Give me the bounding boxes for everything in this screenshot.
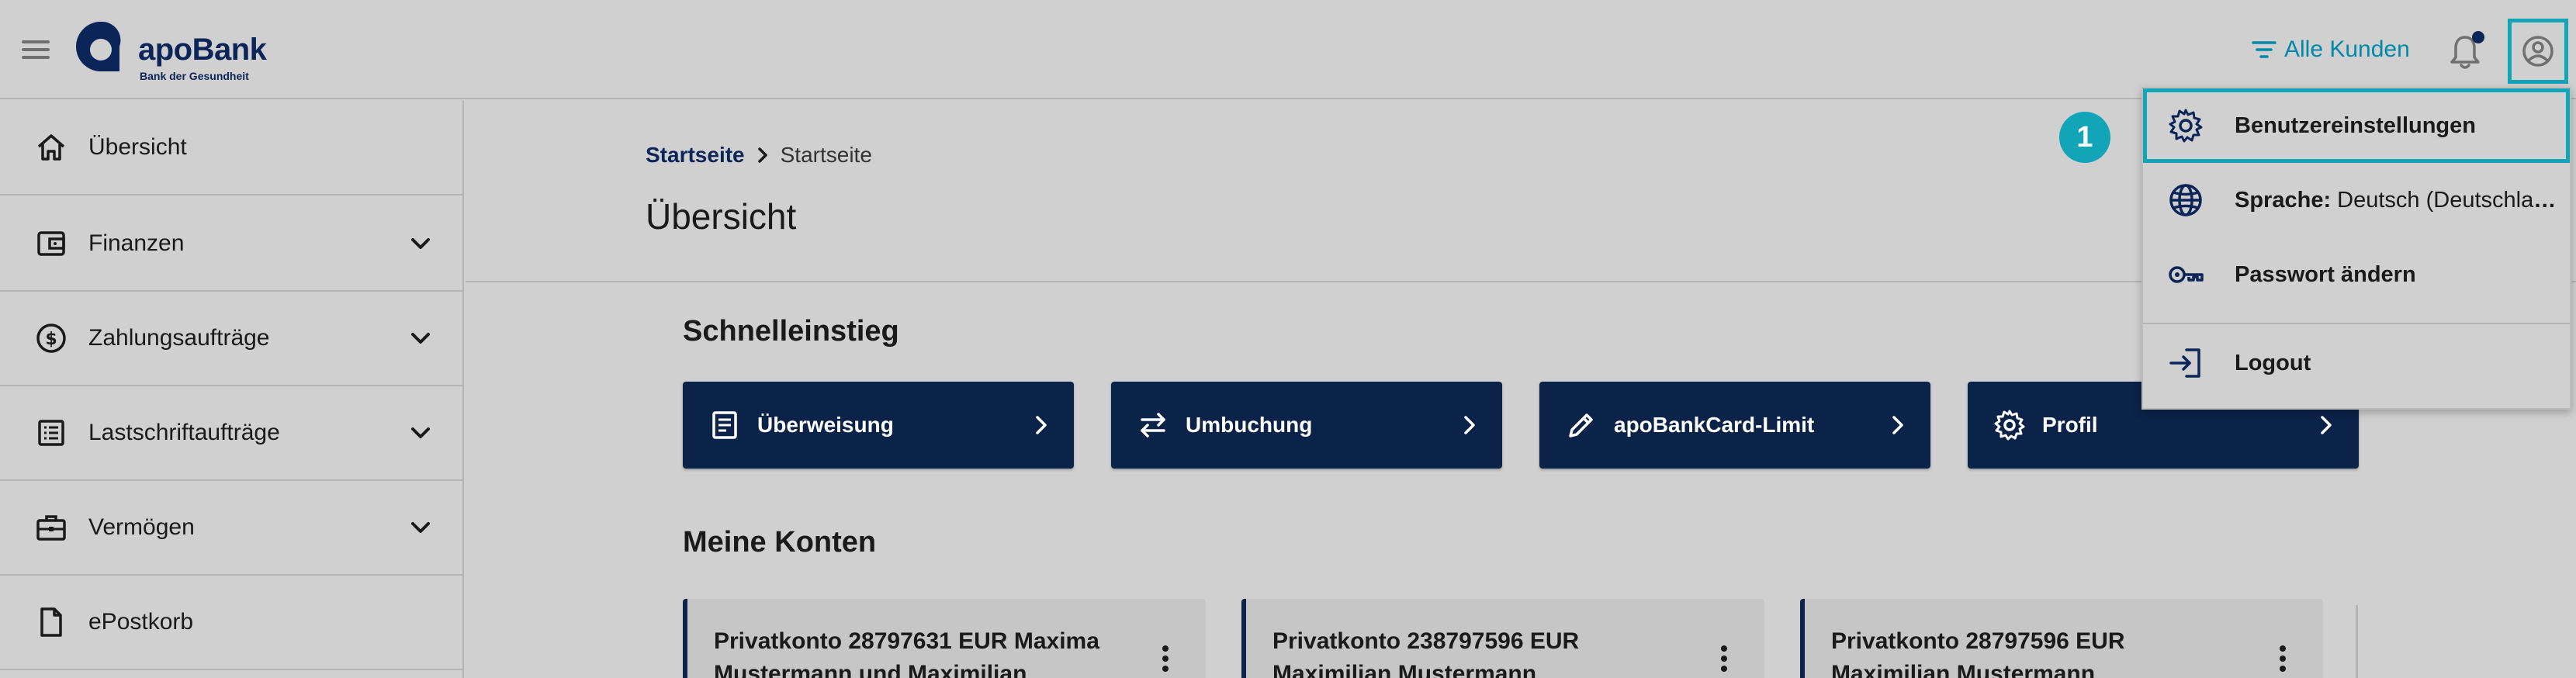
account-card[interactable]: Privatkonto 28797631 EUR Maxima Musterma… — [683, 599, 1206, 678]
scroll-divider — [2356, 605, 2358, 678]
chevron-down-icon[interactable] — [405, 323, 436, 354]
chevron-right-icon — [757, 147, 767, 163]
menu-item-label: Passwort ändern — [2235, 261, 2416, 287]
quick-button-label: Überweisung — [757, 413, 894, 437]
more-vertical-icon[interactable] — [1150, 639, 1181, 678]
swap-arrows-icon — [1141, 413, 1165, 438]
chevron-down-icon[interactable] — [405, 228, 436, 259]
chevron-down-icon[interactable] — [405, 512, 436, 543]
quick-button-ueberweisung[interactable]: Überweisung — [683, 382, 1074, 469]
quick-button-apobankcard-limit[interactable]: apoBankCard-Limit — [1539, 382, 1930, 469]
sidebar-item-epostkorb[interactable]: ePostkorb — [0, 576, 462, 670]
list-icon — [38, 420, 64, 446]
breadcrumb-current: Startseite — [780, 143, 872, 167]
logo-subtitle: Bank der Gesundheit — [140, 70, 249, 82]
hamburger-menu-icon[interactable] — [19, 34, 53, 65]
page-title: Übersicht — [646, 196, 797, 237]
wallet-icon — [37, 231, 65, 256]
customer-filter-label: Alle Kunden — [2284, 36, 2410, 62]
pencil-icon — [1569, 413, 1593, 438]
notifications-bell-icon[interactable] — [2444, 31, 2486, 73]
sidebar-item-label: Zahlungsaufträge — [88, 325, 270, 351]
sidebar-item-lastschriftauftraege[interactable]: Lastschriftaufträge — [0, 386, 462, 481]
menu-item-passwort-aendern[interactable]: Passwort ändern — [2143, 237, 2570, 312]
account-card[interactable]: Privatkonto 238797596 EUR Maximilian Mus… — [1241, 599, 1764, 678]
menu-item-sprache[interactable]: Sprache: Deutsch (Deutschland) — [2143, 163, 2570, 237]
menu-item-label: Benutzereinstellungen — [2235, 112, 2476, 138]
logout-icon — [2169, 348, 2200, 378]
dollar-circle-icon: $ — [36, 323, 66, 353]
language-value: Deutsch (Deutschland) — [2337, 187, 2560, 213]
sidebar-item-label: Lastschriftaufträge — [88, 420, 280, 445]
gear-icon — [2169, 109, 2203, 143]
quick-access-title: Schnelleinstieg — [683, 315, 899, 348]
sidebar-item-uebersicht[interactable]: Übersicht — [0, 101, 462, 195]
more-vertical-icon[interactable] — [1709, 639, 1740, 678]
logo-text: apoBank Bank der Gesundheit — [138, 33, 267, 82]
quick-button-label: Profil — [2042, 413, 2098, 437]
breadcrumb: Startseite Startseite — [646, 143, 872, 168]
user-menu-dropdown: Benutzereinstellungen Sprache: Deutsch (… — [2141, 87, 2571, 410]
menu-item-label: Logout — [2235, 350, 2311, 375]
my-accounts-title: Meine Konten — [683, 526, 877, 559]
chevron-right-icon — [1464, 416, 1475, 434]
account-card[interactable]: Privatkonto 28797596 EUR Maximilian Must… — [1800, 599, 2323, 678]
top-header: apoBank Bank der Gesundheit Alle Kunden — [0, 0, 2576, 99]
home-icon — [37, 134, 65, 161]
sidebar-item-label: ePostkorb — [88, 609, 194, 635]
sidebar-item-vermoegen[interactable]: Vermögen — [0, 481, 462, 576]
account-name: Privatkonto 238797596 EUR Maximilian Mus… — [1272, 628, 1580, 678]
account-name: Privatkonto 28797596 EUR Maximilian Must… — [1831, 628, 2125, 678]
filter-icon — [2252, 41, 2277, 58]
account-name: Privatkonto 28797631 EUR Maxima Musterma… — [714, 628, 1099, 678]
language-label: Sprache: — [2235, 187, 2332, 213]
user-circle-icon — [2522, 36, 2553, 67]
briefcase-icon — [36, 515, 66, 541]
svg-text:$: $ — [45, 330, 57, 349]
apobank-logo[interactable]: apoBank Bank der Gesundheit — [73, 19, 267, 84]
sidebar-item-zahlungsauftraege[interactable]: $ Zahlungsaufträge — [0, 292, 462, 386]
sidebar-nav: Übersicht Finanzen $ Zahlungsaufträge La… — [0, 101, 464, 678]
sidebar-item-finanzen[interactable]: Finanzen — [0, 197, 462, 292]
more-vertical-icon[interactable] — [2267, 639, 2298, 678]
sidebar-item-label: Vermögen — [88, 514, 195, 540]
quick-button-label: Umbuchung — [1186, 413, 1313, 437]
menu-item-label: Sprache: Deutsch (Deutschland) — [2235, 188, 2560, 213]
customer-filter-button[interactable]: Alle Kunden — [2249, 33, 2410, 67]
breadcrumb-link-startseite[interactable]: Startseite — [646, 143, 745, 168]
notification-dot — [2472, 31, 2484, 43]
menu-item-logout[interactable]: Logout — [2143, 326, 2570, 400]
step-badge: 1 — [2059, 112, 2110, 163]
logo-name: apoBank — [138, 33, 267, 67]
chevron-right-icon — [1892, 416, 1903, 434]
sidebar-item-label: Übersicht — [88, 134, 187, 160]
menu-item-benutzereinstellungen[interactable]: Benutzereinstellungen — [2143, 88, 2570, 163]
menu-divider — [2143, 323, 2570, 324]
gear-icon — [1994, 410, 2025, 441]
chevron-down-icon[interactable] — [405, 417, 436, 448]
apobank-logo-mark-icon — [76, 21, 121, 72]
sidebar-item-label: Finanzen — [88, 230, 185, 256]
document-lines-icon — [712, 411, 737, 439]
key-icon — [2169, 266, 2204, 283]
chevron-right-icon — [2321, 416, 2332, 434]
document-icon — [40, 607, 62, 637]
chevron-right-icon — [1036, 416, 1047, 434]
user-account-button[interactable] — [2508, 19, 2568, 84]
quick-button-label: apoBankCard-Limit — [1614, 413, 1815, 437]
quick-button-umbuchung[interactable]: Umbuchung — [1111, 382, 1502, 469]
globe-icon — [2169, 184, 2202, 216]
